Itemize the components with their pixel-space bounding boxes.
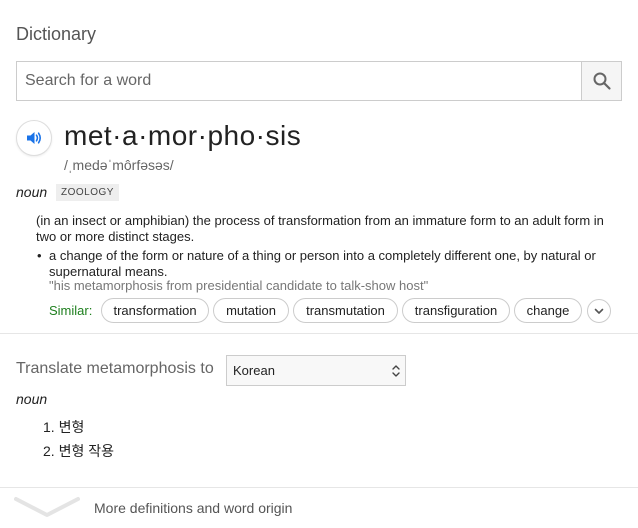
divider xyxy=(0,333,638,334)
phonetic-spelling: /ˌmedəˈmôrfəsəs/ xyxy=(64,157,174,173)
pronounce-button[interactable] xyxy=(16,120,52,156)
part-of-speech: noun xyxy=(16,184,48,200)
similar-chip[interactable]: transmutation xyxy=(293,298,398,323)
search-input[interactable] xyxy=(17,62,581,100)
definition-1: (in an insect or amphibian) the process … xyxy=(36,213,604,244)
translate-label: Translate metamorphosis to xyxy=(16,360,214,377)
translation-part-of-speech: noun xyxy=(16,391,48,407)
definition-2: a change of the form or nature of a thin… xyxy=(49,248,596,279)
similar-chip[interactable]: change xyxy=(514,298,582,323)
search-icon xyxy=(593,72,611,90)
search-button[interactable] xyxy=(581,62,621,100)
select-arrows-icon xyxy=(392,365,400,377)
translation-item: 2. 변형 작용 xyxy=(43,443,114,459)
similar-label: Similar: xyxy=(49,303,93,318)
divider xyxy=(0,487,638,488)
headword: met·a·mor·pho·sis xyxy=(64,120,302,151)
speaker-icon xyxy=(27,132,41,144)
selected-language: Korean xyxy=(233,363,275,378)
similar-chip[interactable]: mutation xyxy=(213,298,289,323)
search-box xyxy=(16,61,622,101)
usage-example: "his metamorphosis from presidential can… xyxy=(49,278,429,293)
expand-chevron-icon[interactable] xyxy=(14,496,80,520)
similar-chip[interactable]: transfiguration xyxy=(402,298,510,323)
chevron-down-icon xyxy=(594,308,604,314)
more-definitions-link[interactable]: More definitions and word origin xyxy=(94,500,292,516)
bullet: • xyxy=(37,248,42,263)
dictionary-card: Dictionary met·a·mor·pho·sis /ˌmedəˈmôrf… xyxy=(0,0,638,528)
card-title: Dictionary xyxy=(16,24,97,44)
language-select[interactable]: Korean xyxy=(226,355,406,386)
more-similar-button[interactable] xyxy=(587,299,611,323)
similar-chip[interactable]: transformation xyxy=(101,298,209,323)
translation-item: 1. 변형 xyxy=(43,419,85,435)
subject-label: ZOOLOGY xyxy=(56,184,119,201)
